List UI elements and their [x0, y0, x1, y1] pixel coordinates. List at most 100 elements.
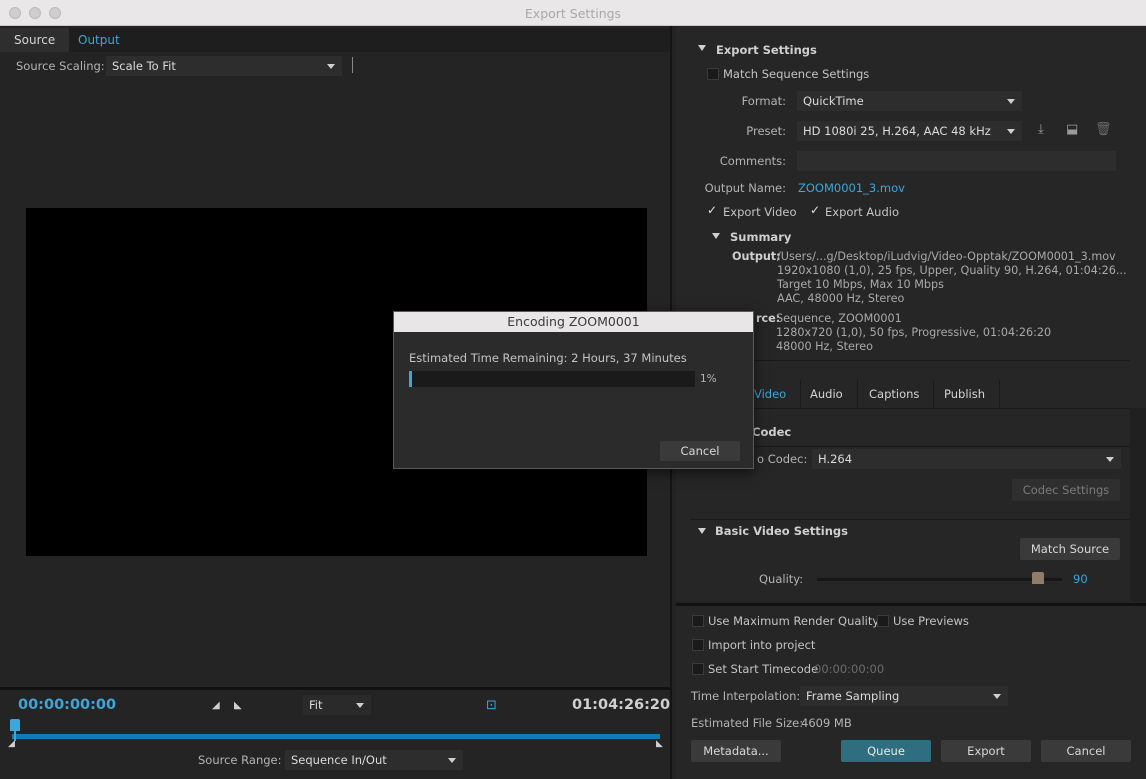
- use-previews-checkbox[interactable]: [877, 615, 889, 627]
- set-out-point-icon[interactable]: ◣: [234, 700, 242, 711]
- max-render-checkbox[interactable]: [692, 615, 704, 627]
- chevron-down-icon: [993, 694, 1001, 699]
- source-range-value: Sequence In/Out: [291, 753, 387, 767]
- output-name-link[interactable]: ZOOM0001_3.mov: [798, 181, 905, 195]
- zoom-dropdown[interactable]: Fit: [303, 695, 371, 715]
- video-codec-label: o Codec:: [757, 452, 808, 466]
- playhead-handle[interactable]: [10, 719, 20, 731]
- import-project-label: Import into project: [708, 638, 816, 652]
- file-size-value: 4609 MB: [801, 716, 852, 730]
- summary-source-line: 1280x720 (1,0), 50 fps, Progressive, 01:…: [776, 326, 1052, 339]
- dialog-cancel-button[interactable]: Cancel: [660, 441, 740, 461]
- export-audio-label: Export Audio: [825, 205, 899, 219]
- format-value: QuickTime: [803, 94, 864, 108]
- delete-preset-icon[interactable]: 🗑: [1095, 122, 1112, 137]
- window-title: Export Settings: [524, 6, 622, 21]
- start-timecode-value[interactable]: 00:00:00:00: [814, 662, 884, 676]
- tab-captions[interactable]: Captions: [855, 380, 935, 408]
- match-sequence-checkbox[interactable]: [707, 68, 719, 80]
- basic-video-header: Basic Video Settings: [715, 524, 848, 538]
- chevron-down-icon: [1007, 99, 1015, 104]
- current-timecode[interactable]: 00:00:00:00: [18, 697, 116, 713]
- summary-output-line: /Users/...g/Desktop/iLudvig/Video-Opptak…: [777, 250, 1116, 263]
- source-output-tabs: Source Output: [0, 28, 670, 52]
- codec-header: Codec: [752, 425, 792, 439]
- chevron-down-icon: [356, 703, 364, 708]
- use-previews-label: Use Previews: [893, 614, 969, 628]
- match-sequence-label: Match Sequence Settings: [723, 67, 870, 81]
- divider: [352, 57, 353, 73]
- preset-value: HD 1080i 25, H.264, AAC 48 kHz: [803, 124, 991, 138]
- collapse-triangle-icon[interactable]: [698, 528, 706, 534]
- export-video-label: Export Video: [723, 205, 797, 219]
- tab-output[interactable]: Output: [64, 28, 134, 52]
- queue-button[interactable]: Queue: [841, 740, 931, 762]
- match-source-button[interactable]: Match Source: [1020, 538, 1120, 560]
- video-codec-value: H.264: [818, 452, 853, 466]
- save-preset-icon[interactable]: ⤓: [1038, 122, 1044, 137]
- summary-source-line: 48000 Hz, Stereo: [776, 340, 873, 353]
- in-point-marker[interactable]: ◢: [8, 739, 15, 749]
- tab-publish[interactable]: Publish: [930, 380, 1000, 408]
- collapse-triangle-icon[interactable]: [698, 45, 706, 51]
- chevron-down-icon: [327, 64, 335, 69]
- quality-label: Quality:: [759, 572, 804, 586]
- export-button[interactable]: Export: [941, 740, 1031, 762]
- preset-label: Preset:: [746, 124, 786, 138]
- format-dropdown[interactable]: QuickTime: [797, 91, 1022, 111]
- summary-header: Summary: [730, 230, 792, 244]
- progress-percent: 1%: [700, 373, 717, 385]
- comments-input[interactable]: [797, 151, 1116, 171]
- export-video-checkbox[interactable]: ✓: [707, 203, 717, 217]
- time-interpolation-value: Frame Sampling: [806, 689, 900, 703]
- timeline-track[interactable]: [12, 734, 660, 739]
- codec-settings-button[interactable]: Codec Settings: [1012, 479, 1120, 501]
- import-preset-icon[interactable]: ⬓: [1066, 122, 1078, 137]
- file-size-label: Estimated File Size:: [691, 716, 804, 730]
- quality-value[interactable]: 90: [1073, 572, 1088, 586]
- summary-output-line: AAC, 48000 Hz, Stereo: [777, 292, 905, 305]
- time-remaining-text: Estimated Time Remaining: 2 Hours, 37 Mi…: [409, 351, 687, 365]
- summary-output-line: 1920x1080 (1,0), 25 fps, Upper, Quality …: [777, 264, 1127, 277]
- encoding-progress-bar: [409, 371, 695, 387]
- quality-slider-thumb[interactable]: [1032, 572, 1044, 584]
- zoom-value: Fit: [309, 698, 323, 712]
- max-render-label: Use Maximum Render Quality: [708, 614, 880, 628]
- cancel-button[interactable]: Cancel: [1041, 740, 1131, 762]
- output-name-label: Output Name:: [704, 181, 786, 195]
- tab-audio[interactable]: Audio: [796, 380, 858, 408]
- chevron-down-icon: [1106, 457, 1114, 462]
- duration-timecode: 01:04:26:20: [572, 697, 671, 713]
- start-timecode-checkbox[interactable]: [692, 663, 704, 675]
- preset-dropdown[interactable]: HD 1080i 25, H.264, AAC 48 kHz: [797, 121, 1022, 141]
- comments-label: Comments:: [719, 154, 786, 168]
- source-range-dropdown[interactable]: Sequence In/Out: [285, 750, 463, 770]
- chevron-down-icon: [1007, 129, 1015, 134]
- divider: [690, 446, 1130, 447]
- source-range-label: Source Range:: [198, 753, 282, 767]
- summary-output-line: Target 10 Mbps, Max 10 Mbps: [777, 278, 944, 291]
- chevron-down-icon: [448, 758, 456, 763]
- source-scaling-label: Source Scaling:: [16, 59, 105, 73]
- video-codec-dropdown[interactable]: H.264: [812, 449, 1121, 469]
- format-label: Format:: [741, 94, 786, 108]
- divider: [690, 519, 1130, 520]
- set-in-point-icon[interactable]: ◢: [212, 700, 220, 711]
- import-project-checkbox[interactable]: [692, 639, 704, 651]
- out-point-marker[interactable]: ◣: [656, 739, 663, 749]
- start-timecode-label: Set Start Timecode: [708, 662, 819, 676]
- time-interpolation-dropdown[interactable]: Frame Sampling: [800, 686, 1008, 706]
- metadata-button[interactable]: Metadata...: [691, 740, 781, 762]
- tab-source[interactable]: Source: [0, 28, 70, 52]
- title-bar: Export Settings: [0, 0, 1146, 26]
- dialog-title: Encoding ZOOM0001: [394, 312, 753, 332]
- export-audio-checkbox[interactable]: ✓: [810, 203, 820, 217]
- aspect-ratio-icon[interactable]: ⊡: [486, 698, 497, 713]
- summary-output-label: Output:: [732, 250, 781, 263]
- collapse-triangle-icon[interactable]: [712, 233, 720, 239]
- source-scaling-value: Scale To Fit: [112, 59, 176, 73]
- quality-slider[interactable]: [817, 572, 1062, 584]
- scrollbar-track[interactable]: [1130, 408, 1146, 601]
- source-scaling-dropdown[interactable]: Scale To Fit: [106, 56, 342, 76]
- encoding-dialog: Encoding ZOOM0001 Estimated Time Remaini…: [393, 311, 754, 469]
